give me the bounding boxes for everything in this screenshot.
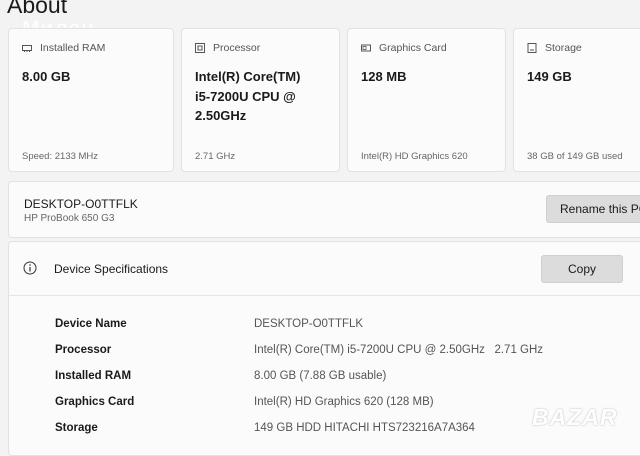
graphics-card-icon xyxy=(361,43,371,53)
card-subtext: 2.71 GHz xyxy=(195,151,236,162)
card-subtext: Speed: 2133 MHz xyxy=(22,151,99,162)
card-storage: Storage 149 GB 38 GB of 149 GB used xyxy=(513,28,640,172)
card-value: 128 MB xyxy=(361,69,407,84)
device-model: HP ProBook 650 G3 xyxy=(24,213,115,224)
spec-value: Intel(R) Core(TM) i5-7200U CPU @ 2.50GHz… xyxy=(254,344,544,356)
card-label: Installed RAM xyxy=(40,42,106,54)
spec-row-installed-ram: Installed RAM 8.00 GB (7.88 GB usable) xyxy=(9,370,640,390)
device-specifications-title: Device Specifications xyxy=(54,262,169,276)
card-processor: Processor Intel(R) Core(TM) i5-7200U CPU… xyxy=(181,28,340,172)
card-label: Storage xyxy=(545,42,582,54)
spec-value: 149 GB HDD HITACHI HTS723216A7A364 xyxy=(254,422,475,434)
card-value-line: 2.50GHz xyxy=(195,108,247,123)
card-label: Graphics Card xyxy=(379,42,447,54)
spec-key: Graphics Card xyxy=(55,396,135,408)
device-name: DESKTOP-O0TTFLK xyxy=(24,197,138,211)
device-specifications-header[interactable]: Device Specifications Copy xyxy=(9,242,640,296)
card-value: 8.00 GB xyxy=(22,69,71,84)
card-graphics-card: Graphics Card 128 MB Intel(R) HD Graphic… xyxy=(347,28,506,172)
card-value-line: i5-7200U CPU @ xyxy=(195,88,296,104)
copy-button[interactable]: Copy xyxy=(541,255,623,283)
info-icon xyxy=(23,261,37,275)
watermark-logo: BAZAR xyxy=(532,404,618,430)
card-value: 149 GB xyxy=(527,69,572,84)
device-name-panel: DESKTOP-O0TTFLK HP ProBook 650 G3 Rename… xyxy=(8,181,640,238)
spec-key: Storage xyxy=(55,422,98,434)
card-value: Intel(R) Core(TM) i5-7200U CPU @ 2.50GHz xyxy=(195,67,300,126)
spec-row-device-name: Device Name DESKTOP-O0TTFLK xyxy=(9,318,640,338)
spec-value: DESKTOP-O0TTFLK xyxy=(254,318,364,330)
ram-icon xyxy=(22,43,32,53)
storage-icon xyxy=(527,43,537,53)
page-title: About xyxy=(7,0,68,18)
spec-key: Device Name xyxy=(55,318,127,330)
card-subtext: Intel(R) HD Graphics 620 xyxy=(361,151,468,162)
card-installed-ram: Installed RAM 8.00 GB Speed: 2133 MHz xyxy=(8,28,174,172)
card-label: Processor xyxy=(213,42,261,54)
processor-icon xyxy=(195,43,205,53)
spec-key: Installed RAM xyxy=(55,370,132,382)
card-subtext: 38 GB of 149 GB used xyxy=(527,151,623,162)
card-value-line: Intel(R) Core(TM) xyxy=(195,69,301,84)
spec-row-processor: Processor Intel(R) Core(TM) i5-7200U CPU… xyxy=(9,344,640,364)
spec-value: Intel(R) HD Graphics 620 (128 MB) xyxy=(254,396,434,408)
spec-key: Processor xyxy=(55,344,112,356)
rename-pc-button[interactable]: Rename this PC xyxy=(546,195,640,223)
spec-value: 8.00 GB (7.88 GB usable) xyxy=(254,370,387,382)
